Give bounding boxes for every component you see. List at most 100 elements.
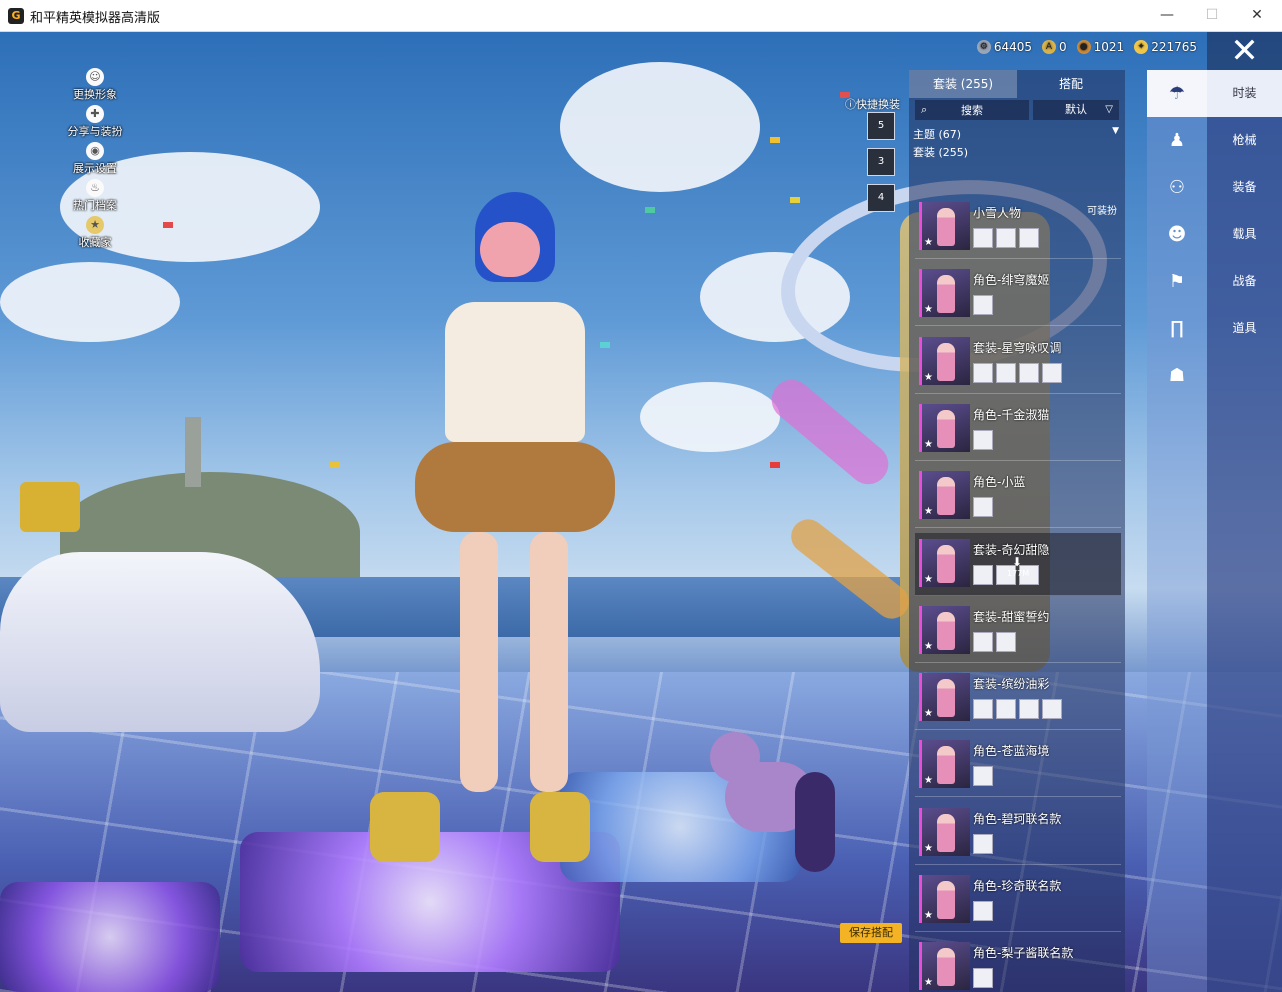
category-battle-prep[interactable]: 战备	[1207, 258, 1282, 305]
outfit-thumbnail: ★	[919, 269, 970, 318]
outfit-part-thumbnail[interactable]	[996, 362, 1016, 383]
currency-value: 0	[1059, 40, 1067, 54]
category-vehicles[interactable]: 载具	[1207, 211, 1282, 258]
outfit-card[interactable]: ★ 角色-梨子酱联名款	[915, 936, 1121, 992]
search-input[interactable]: ⌕ 搜索	[915, 100, 1029, 120]
outfit-part-thumbnail[interactable]	[1019, 699, 1039, 720]
fire-icon: ♨	[86, 179, 104, 197]
confetti	[770, 137, 780, 143]
download-icon[interactable]: ⬇	[1012, 555, 1022, 569]
backpack-icon[interactable]: ⚑	[1147, 258, 1207, 305]
cloud	[560, 62, 760, 192]
a-coin-icon: A	[1042, 40, 1056, 54]
outfit-card[interactable]: ★ 套装-甜蜜誓约	[915, 600, 1121, 663]
outfit-part-thumbnail[interactable]	[973, 833, 993, 854]
outfit-part-thumbnail[interactable]	[1019, 228, 1039, 248]
maximize-button[interactable]: ☐	[1189, 0, 1235, 31]
star-icon: ★	[924, 977, 933, 989]
purple-pony-pet[interactable]	[700, 732, 850, 912]
outfit-card[interactable]: ★ 角色-碧珂联名款	[915, 802, 1121, 865]
tab-outfits[interactable]: 套装 (255)	[909, 70, 1017, 98]
outfit-part-thumbnail[interactable]	[973, 766, 993, 787]
window-titlebar: G 和平精英模拟器高清版 — ☐ ✕	[0, 0, 1282, 32]
close-window-button[interactable]: ✕	[1234, 0, 1280, 31]
outfit-part-thumbnail[interactable]	[973, 228, 993, 248]
confetti	[790, 197, 800, 203]
star-icon: ★	[924, 910, 933, 921]
outfit-thumbnail: ★	[919, 875, 970, 923]
outfit-part-thumbnail[interactable]	[1042, 362, 1062, 383]
confetti	[645, 207, 655, 213]
game-viewport[interactable]: ☺ 更换形象 ✚ 分享与装扮 ◉ 展示设置 ♨ 热门档案 ★ 收藏家 ⚙ 644…	[0, 32, 1282, 992]
pants-icon[interactable]: ∏	[1147, 305, 1207, 352]
collector-badge-icon: ★	[86, 216, 104, 234]
category-equipment[interactable]: 装备	[1207, 164, 1282, 211]
outfit-figure	[937, 881, 955, 919]
outfit-part-thumbnail[interactable]	[973, 968, 993, 989]
quick-slot[interactable]: 3	[867, 148, 895, 176]
currency-bar: ⚙ 64405 A 0 ● 1021 ✦ 221765	[976, 40, 1197, 54]
outfit-card[interactable]: ★ 角色-珍奇联名款	[915, 869, 1121, 932]
outfit-part-thumbnail[interactable]	[973, 362, 993, 383]
category-fashion[interactable]: 时装	[1207, 70, 1282, 117]
save-outfit-button[interactable]: 保存搭配	[840, 923, 902, 943]
outfit-figure	[937, 948, 955, 987]
outfit-part-thumbnail[interactable]	[996, 228, 1016, 248]
popular-archive-button[interactable]: ♨ 热门档案	[60, 179, 130, 216]
outfit-parts	[973, 901, 993, 921]
star-icon: ★	[924, 708, 933, 720]
outfit-part-thumbnail[interactable]	[1042, 699, 1062, 720]
outfit-card[interactable]: ★ 套装-星穹咏叹调	[915, 331, 1121, 394]
tab-combos[interactable]: 搭配	[1017, 70, 1125, 98]
outfit-card[interactable]: ★ 小雪人物 可装扮	[915, 196, 1121, 259]
outfit-part-thumbnail[interactable]	[973, 631, 993, 652]
outfit-count: 套装 (255)	[913, 146, 969, 159]
star-icon: ★	[924, 775, 933, 787]
outfit-part-thumbnail[interactable]	[996, 699, 1016, 720]
hat-icon[interactable]: ☂	[1147, 70, 1207, 117]
outfit-card[interactable]: ★ 角色-苍蓝海境	[915, 734, 1121, 798]
quick-slot[interactable]: 4	[867, 184, 895, 212]
category-items[interactable]: 道具	[1207, 305, 1282, 352]
outfit-card[interactable]: ★ 角色-小蓝	[915, 465, 1121, 529]
outfit-part-thumbnail[interactable]	[973, 699, 993, 720]
category-guns[interactable]: 枪械	[1207, 117, 1282, 164]
close-icon[interactable]: ✕	[1207, 32, 1282, 70]
outfit-thumbnail: ★	[919, 673, 970, 722]
right-gold-boot	[530, 792, 590, 862]
collector-button[interactable]: ★ 收藏家	[60, 216, 130, 253]
outfit-thumbnail: ★	[919, 202, 970, 250]
outfit-card[interactable]: ★ 角色-千金淑猫	[915, 398, 1121, 461]
glasses-icon[interactable]: ⚇	[1147, 164, 1207, 211]
outfit-part-thumbnail[interactable]	[1019, 362, 1039, 383]
display-settings-button[interactable]: ◉ 展示设置	[60, 142, 130, 179]
player-character[interactable]	[370, 192, 620, 882]
theme-filter[interactable]: 主题 (67) ▼	[909, 120, 1125, 142]
pet-icon[interactable]: ☻	[1147, 211, 1207, 258]
outfit-part-thumbnail[interactable]	[996, 631, 1016, 652]
outfit-parts	[973, 699, 1062, 720]
share-button[interactable]: ✚ 分享与装扮	[60, 105, 130, 142]
outfit-thumbnail: ★	[919, 471, 970, 520]
help-icon[interactable]: ⓘ	[845, 98, 856, 111]
figure-icon[interactable]: ♟	[1147, 117, 1207, 164]
outfit-parts	[973, 497, 993, 518]
outfit-part-thumbnail[interactable]	[973, 497, 993, 518]
star-icon: ★	[924, 237, 933, 248]
outfit-part-thumbnail[interactable]	[973, 901, 993, 921]
change-appearance-button[interactable]: ☺ 更换形象	[60, 68, 130, 105]
outfit-part-thumbnail[interactable]	[973, 564, 993, 585]
outfit-card[interactable]: ★ 套装-奇幻甜隐 ⬇ 177M	[915, 532, 1121, 596]
outfit-card[interactable]: ★ 角色-绯穹魔姬	[915, 263, 1121, 327]
minimize-button[interactable]: —	[1144, 0, 1190, 31]
shoe-icon[interactable]: ☗	[1147, 352, 1207, 399]
outfit-name: 角色-梨子酱联名款	[973, 946, 1074, 961]
quick-slot[interactable]: 5	[867, 112, 895, 140]
sort-dropdown[interactable]: 默认 ▽	[1033, 100, 1119, 120]
outfit-name: 角色-珍奇联名款	[973, 879, 1062, 893]
outfit-part-thumbnail[interactable]	[973, 295, 993, 316]
menu-label: 展示设置	[73, 162, 117, 175]
outfit-card[interactable]: ★ 套装-缤纷油彩	[915, 667, 1121, 731]
outfit-part-thumbnail[interactable]	[973, 429, 993, 450]
pig-mask	[480, 222, 540, 277]
